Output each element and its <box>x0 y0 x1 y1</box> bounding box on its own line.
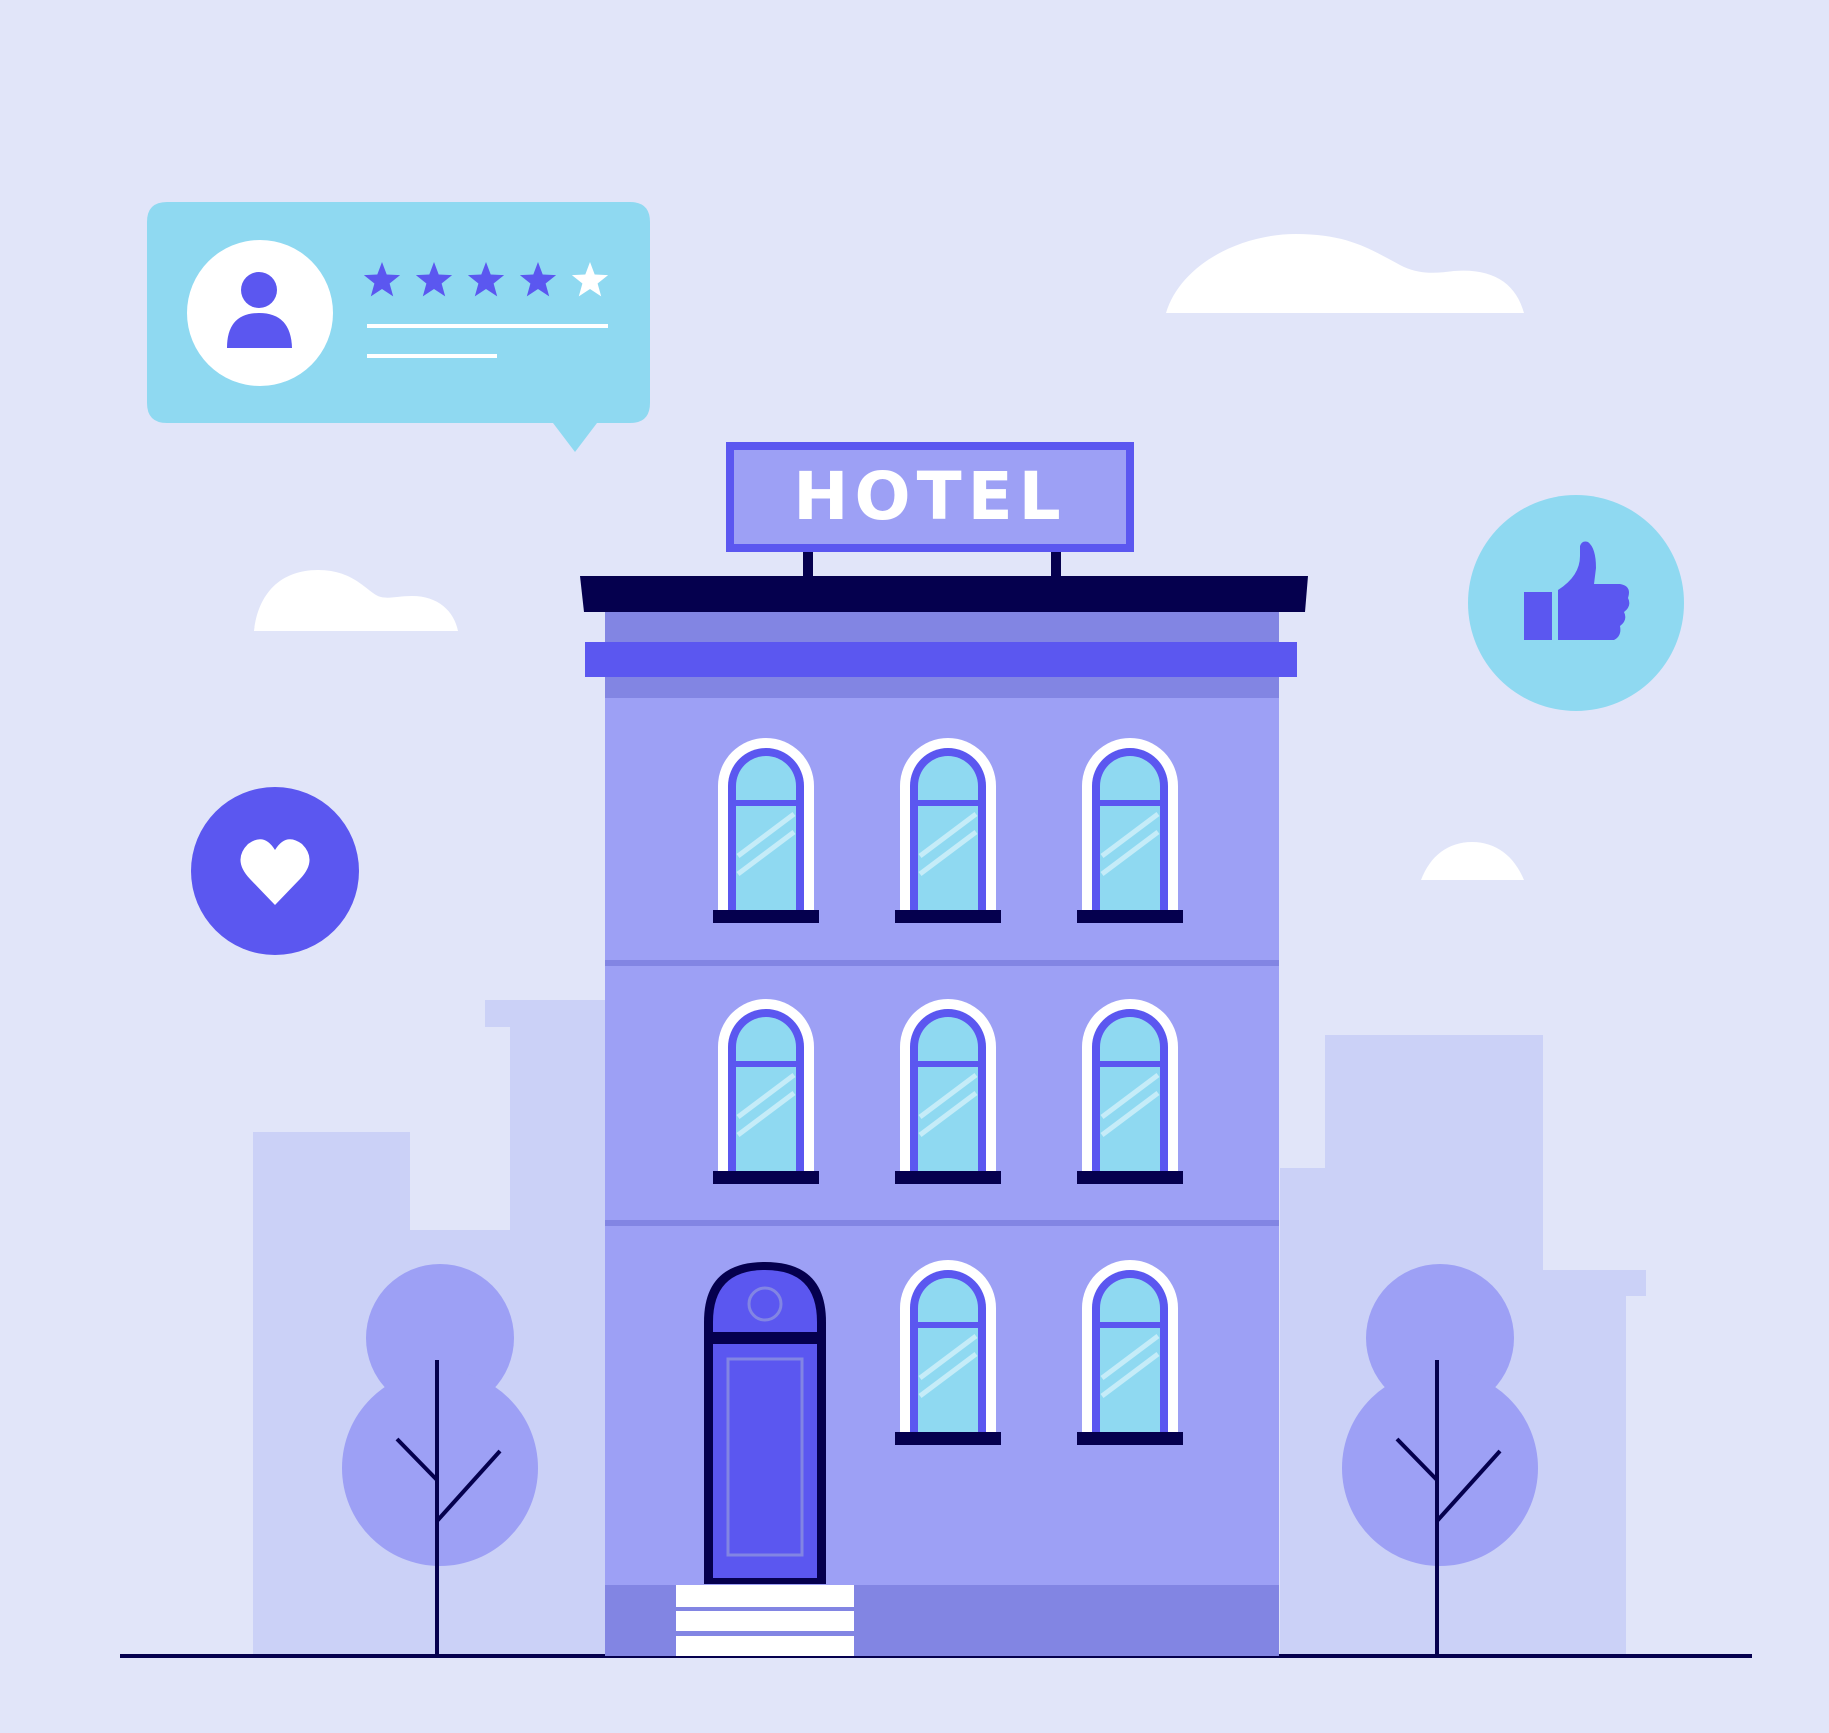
window <box>1077 999 1183 1184</box>
floor-divider-2 <box>605 1220 1279 1226</box>
like-badge <box>1468 495 1684 711</box>
window <box>1077 738 1183 923</box>
window-transom-bar <box>1100 800 1160 806</box>
step-3 <box>676 1636 854 1656</box>
window-transom-bar <box>918 1061 978 1067</box>
window-sill <box>1077 1432 1183 1445</box>
hotel-building: HOTEL <box>580 442 1308 1656</box>
cornice-band <box>585 642 1297 677</box>
window-sill <box>895 910 1001 923</box>
hotel-sign-text: HOTEL <box>793 458 1067 535</box>
hotel-review-illustration: HOTEL <box>0 0 1829 1733</box>
step-2 <box>676 1611 854 1631</box>
entrance-steps <box>676 1585 854 1656</box>
sign-post-right <box>1051 548 1061 578</box>
tree-left-crown-bottom <box>342 1370 538 1566</box>
window <box>713 999 819 1184</box>
window-sill <box>1077 910 1183 923</box>
review-bubble <box>147 202 650 452</box>
window-sill <box>895 1171 1001 1184</box>
favorite-badge <box>191 787 359 955</box>
avatar <box>187 240 333 386</box>
window-transom-bar <box>918 1322 978 1328</box>
window-transom-bar <box>918 800 978 806</box>
window-sill <box>895 1432 1001 1445</box>
tree-right-crown-bottom <box>1342 1370 1538 1566</box>
window <box>713 738 819 923</box>
window <box>895 999 1001 1184</box>
entrance-door <box>704 1262 826 1584</box>
window-transom-bar <box>736 1061 796 1067</box>
floor-divider-1 <box>605 960 1279 966</box>
window-sill <box>713 1171 819 1184</box>
roof <box>580 576 1308 612</box>
window-sill <box>1077 1171 1183 1184</box>
window-transom-bar <box>736 800 796 806</box>
review-text-line-2 <box>367 354 497 358</box>
window <box>1077 1260 1183 1445</box>
window <box>895 738 1001 923</box>
sign-post-left <box>803 548 813 578</box>
window-transom-bar <box>1100 1061 1160 1067</box>
window <box>895 1260 1001 1445</box>
step-1 <box>676 1585 854 1607</box>
window-sill <box>713 910 819 923</box>
window-transom-bar <box>1100 1322 1160 1328</box>
review-text-line-1 <box>367 324 608 328</box>
